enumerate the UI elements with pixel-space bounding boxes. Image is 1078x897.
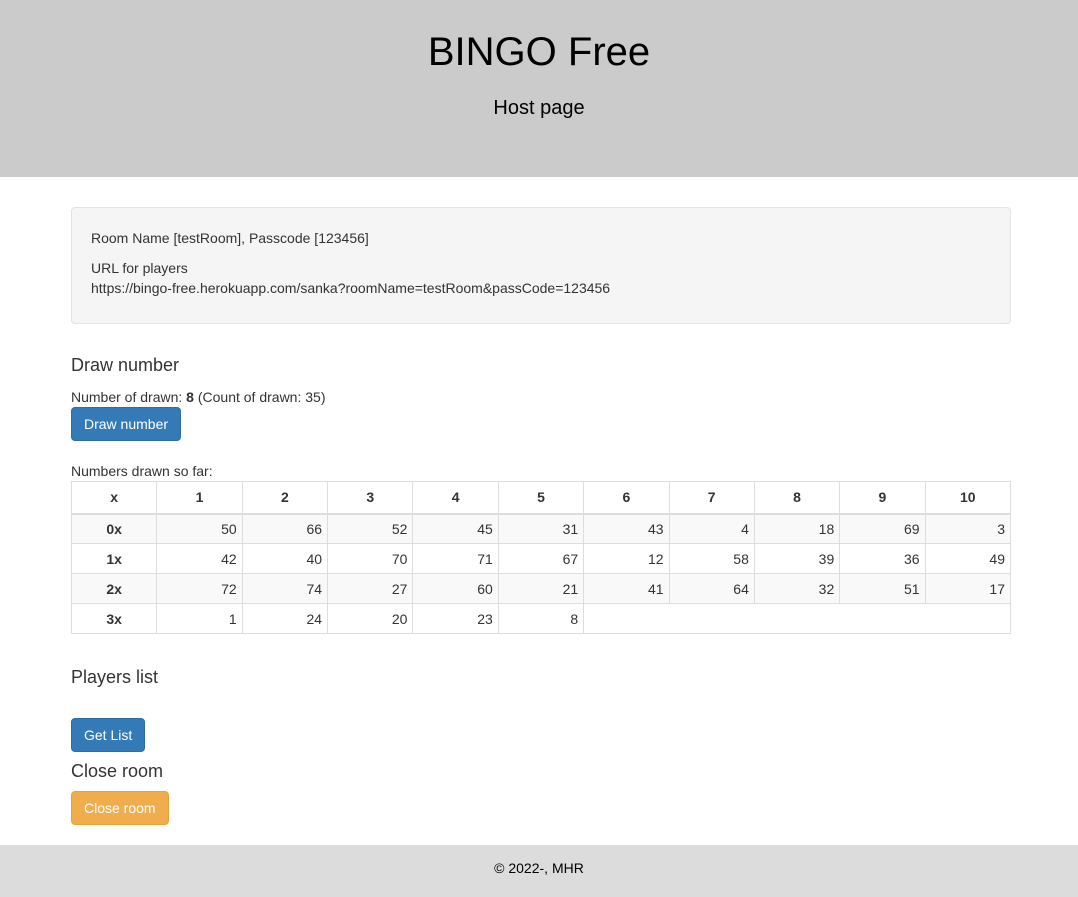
column-header: x xyxy=(70,481,158,515)
drawn-number-cell: 64 xyxy=(668,573,755,604)
drawn-number-cell: 32 xyxy=(753,573,841,604)
main-container: Room Name [testRoom], Passcode [123456] … xyxy=(70,207,1012,825)
row-label: 1x xyxy=(70,543,158,574)
drawn-number-cell: 12 xyxy=(583,543,670,574)
column-header: 2 xyxy=(241,481,329,515)
table-row: 2x 72 74 27 60 21 41 64 32 51 17 xyxy=(70,573,1012,604)
table-header-row: x 1 2 3 4 5 6 7 8 9 10 xyxy=(70,481,1012,515)
column-header: 7 xyxy=(668,481,755,515)
drawn-number-cell: 45 xyxy=(412,513,499,544)
drawn-numbers-table: x 1 2 3 4 5 6 7 8 9 10 0x 50 66 52 45 31… xyxy=(70,481,1012,634)
drawn-number-cell: 39 xyxy=(753,543,841,574)
current-drawn-number: 8 xyxy=(186,389,194,405)
drawn-number-cell: 60 xyxy=(412,573,499,604)
column-header: 1 xyxy=(156,481,243,515)
drawn-number-cell: 74 xyxy=(241,573,329,604)
drawn-number-cell: 41 xyxy=(583,573,670,604)
drawn-number-cell: 31 xyxy=(497,513,585,544)
room-info-text: Room Name [testRoom], Passcode [123456] xyxy=(91,230,369,246)
column-header: 10 xyxy=(924,481,1012,515)
player-url-block: URL for players https://bingo-free.herok… xyxy=(91,258,991,298)
drawn-number-cell: 17 xyxy=(924,573,1012,604)
draw-number-heading: Draw number xyxy=(71,355,180,375)
player-url-label: URL for players xyxy=(91,260,188,276)
drawn-number-cell: 58 xyxy=(668,543,755,574)
column-header: 3 xyxy=(327,481,414,515)
row-label: 0x xyxy=(70,513,158,544)
column-header: 8 xyxy=(753,481,841,515)
drawn-number-cell: 8 xyxy=(497,603,585,634)
table-row: 0x 50 66 52 45 31 43 4 18 69 3 xyxy=(70,513,1012,544)
drawn-status-prefix: Number of drawn: xyxy=(71,389,187,405)
drawn-status: Number of drawn: 8 (Count of drawn: 35) xyxy=(71,388,325,406)
drawn-number-cell: 50 xyxy=(156,513,243,544)
drawn-number-cell: 69 xyxy=(839,513,926,544)
drawn-number-cell: 71 xyxy=(412,543,499,574)
table-row: 1x 42 40 70 71 67 12 58 39 36 49 xyxy=(70,543,1012,574)
drawn-number-cell: 18 xyxy=(753,513,841,544)
players-list-heading: Players list xyxy=(71,667,159,687)
numbers-caption: Numbers drawn so far: xyxy=(71,463,213,479)
empty-cell xyxy=(583,603,1011,634)
drawn-number-cell: 52 xyxy=(327,513,414,544)
close-room-heading: Close room xyxy=(71,761,164,781)
drawn-number-cell: 21 xyxy=(497,573,585,604)
draw-number-button[interactable]: Draw number xyxy=(71,407,182,441)
drawn-number-cell: 4 xyxy=(668,513,755,544)
drawn-number-cell: 3 xyxy=(924,513,1012,544)
drawn-number-cell: 20 xyxy=(327,603,414,634)
footer: © 2022-, MHR xyxy=(0,845,1078,897)
drawn-number-cell: 23 xyxy=(412,603,499,634)
drawn-number-cell: 43 xyxy=(583,513,670,544)
drawn-number-cell: 66 xyxy=(241,513,329,544)
drawn-number-cell: 1 xyxy=(156,603,243,634)
column-header: 5 xyxy=(497,481,585,515)
drawn-number-cell: 24 xyxy=(241,603,329,634)
column-header: 9 xyxy=(839,481,926,515)
drawn-number-cell: 70 xyxy=(327,543,414,574)
column-header: 6 xyxy=(583,481,670,515)
close-room-button[interactable]: Close room xyxy=(71,791,169,825)
drawn-number-cell: 49 xyxy=(924,543,1012,574)
column-header: 4 xyxy=(412,481,499,515)
drawn-number-cell: 72 xyxy=(156,573,243,604)
drawn-number-cell: 36 xyxy=(839,543,926,574)
footer-copyright: © 2022-, MHR xyxy=(494,860,584,876)
drawn-number-cell: 67 xyxy=(497,543,585,574)
hero-header: BINGO Free Host page xyxy=(0,0,1078,177)
player-url: https://bingo-free.herokuapp.com/sanka?r… xyxy=(91,280,611,296)
drawn-number-cell: 27 xyxy=(327,573,414,604)
drawn-number-cell: 51 xyxy=(839,573,926,604)
drawn-count: (Count of drawn: 35) xyxy=(193,389,326,405)
page-subtitle: Host page xyxy=(493,97,585,119)
drawn-number-cell: 40 xyxy=(241,543,329,574)
room-info-panel: Room Name [testRoom], Passcode [123456] … xyxy=(71,207,1011,324)
row-label: 2x xyxy=(70,573,158,604)
page-title: BINGO Free xyxy=(427,30,651,74)
drawn-number-cell: 42 xyxy=(156,543,243,574)
table-row: 3x 1 24 20 23 8 xyxy=(70,603,1011,634)
get-list-button[interactable]: Get List xyxy=(71,718,146,752)
row-label: 3x xyxy=(70,603,158,634)
